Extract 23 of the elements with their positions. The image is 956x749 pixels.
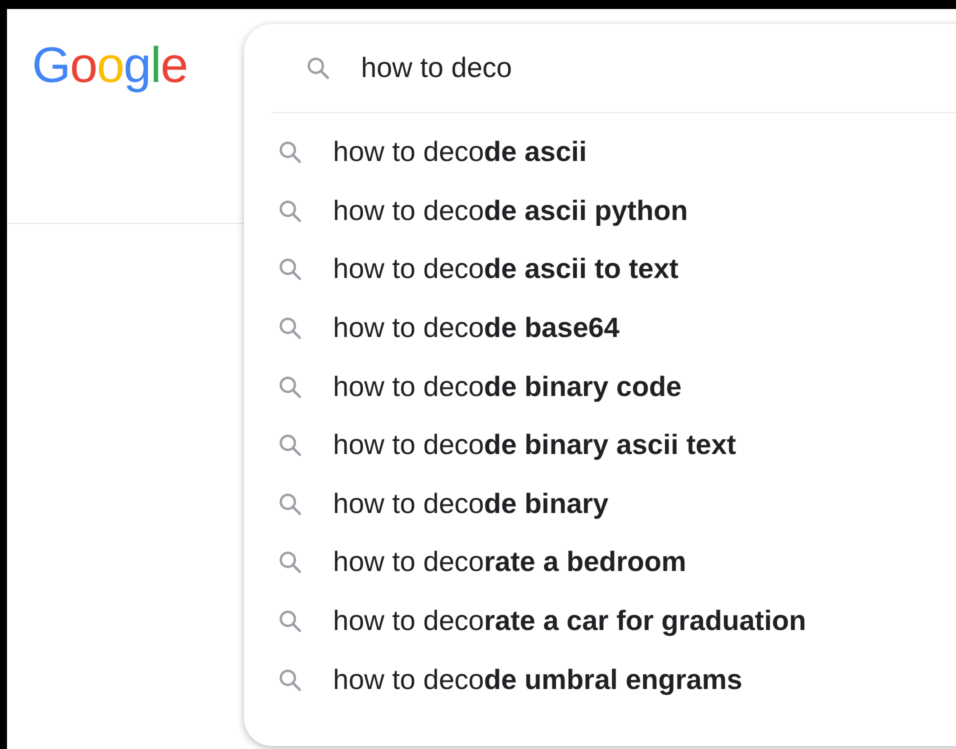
search-icon [277,256,303,282]
google-logo[interactable]: Google [32,35,188,95]
suggestion-item[interactable]: how to decode base64 [244,298,956,358]
suggestion-item[interactable]: how to decode ascii [244,123,956,182]
suggestion-item[interactable]: how to decode binary ascii text [244,416,956,475]
suggestion-item[interactable]: how to decode umbral engrams [244,650,956,709]
search-icon [277,549,303,576]
search-icon [277,432,303,458]
search-icon [277,198,303,224]
suggestion-item[interactable]: how to decode ascii to text [244,240,956,299]
search-icon [277,490,303,517]
suggestion-item[interactable]: how to decorate a bedroom [244,533,956,592]
search-field[interactable]: how to deco [361,47,956,89]
search-icon [305,55,331,81]
search-icon [277,608,303,634]
search-icon [277,315,303,342]
search-icon [277,374,303,400]
search-icon [277,666,303,693]
suggestion-item[interactable]: how to decode binary [244,474,956,534]
search-icon [277,139,303,166]
suggestion-item[interactable]: how to decode binary code [244,357,956,416]
suggestion-item[interactable]: how to decorate a car for graduation [244,592,956,650]
suggestion-item[interactable]: how to decode ascii python [244,182,956,240]
